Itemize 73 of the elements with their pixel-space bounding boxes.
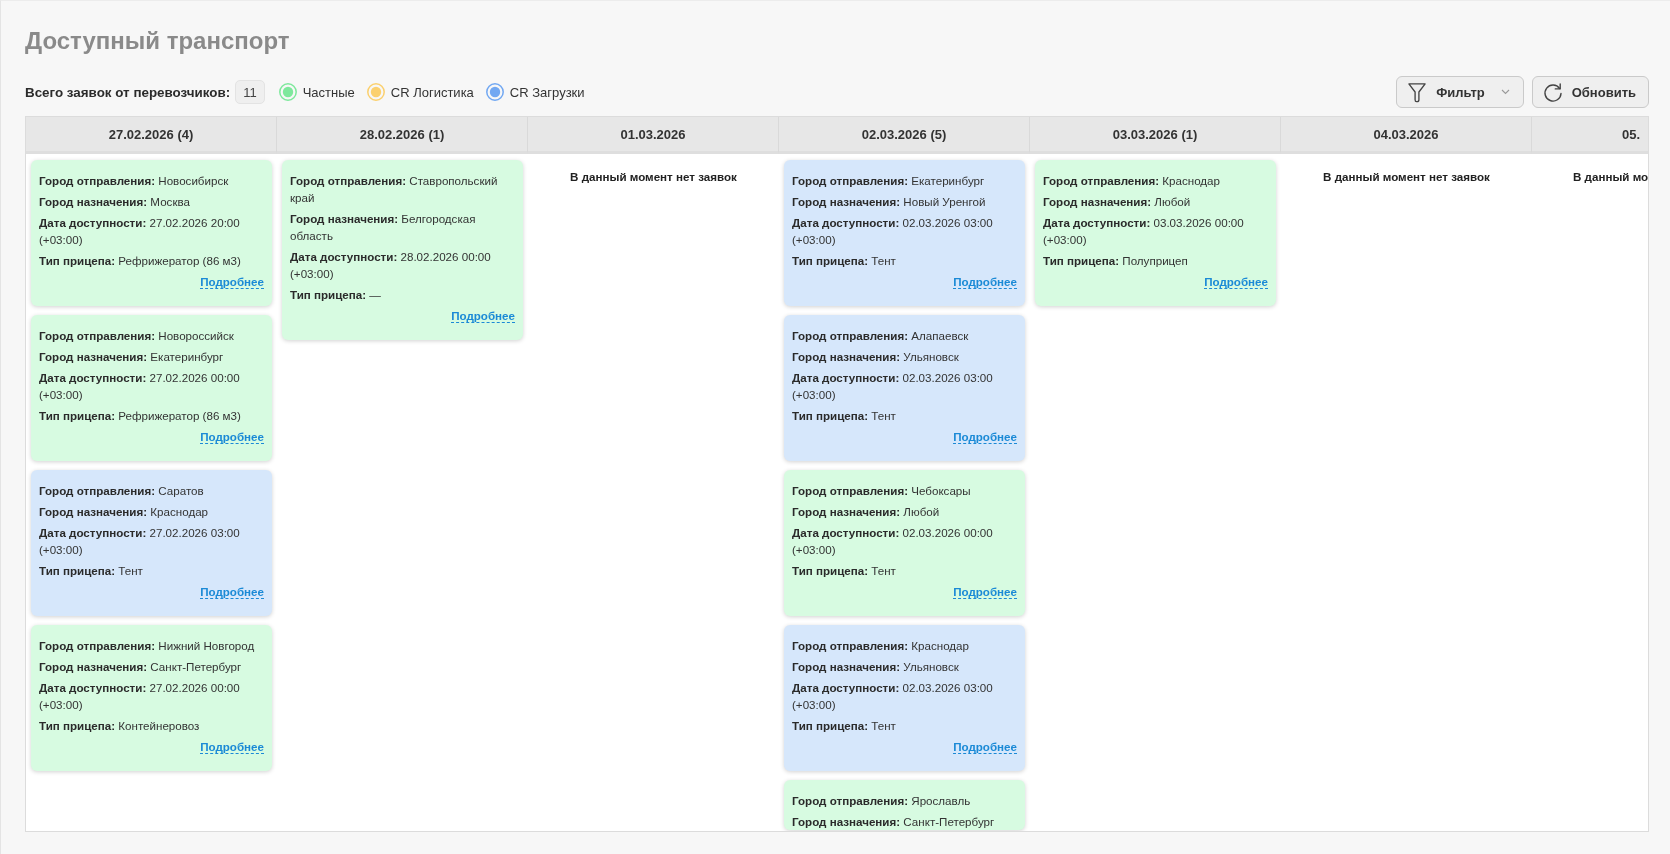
- card-field: Город отправления: Ярославль: [792, 792, 1017, 809]
- card-field: Город отправления: Екатеринбург: [792, 172, 1017, 189]
- column-header: 04.03.2026: [1281, 117, 1532, 154]
- details-link[interactable]: Подробнее: [953, 430, 1017, 444]
- card-field: Тип прицепа: Контейнеровоз: [39, 717, 264, 734]
- empty-message: В данный момент нет заявок: [569, 169, 738, 185]
- column-header: 03.03.2026 (1): [1030, 117, 1281, 154]
- card-field: Город назначения: Краснодар: [39, 503, 264, 520]
- card-field: Город назначения: Ульяновск: [792, 348, 1017, 365]
- legend-label: CR Логистика: [390, 84, 474, 100]
- refresh-button[interactable]: Обновить: [1531, 76, 1649, 108]
- column-header: 05.: [1532, 117, 1648, 154]
- chevron-down-icon: [1500, 89, 1510, 95]
- details-link[interactable]: Подробнее: [953, 275, 1017, 289]
- page-title: Доступный транспорт: [25, 27, 290, 55]
- card-field: Тип прицепа: Тент: [39, 562, 264, 579]
- card-field: Город назначения: Москва: [39, 193, 264, 210]
- legend-label: Частные: [302, 84, 355, 100]
- filter-icon: [1407, 81, 1428, 103]
- card-field: Город назначения: Белгородская область: [290, 210, 515, 244]
- card-field: Город отправления: Алапаевск: [792, 327, 1017, 344]
- card-field: Дата доступности: 02.03.2026 03:00 (+03:00): [792, 214, 1017, 248]
- details-link[interactable]: Подробнее: [1204, 275, 1268, 289]
- card-field: Город назначения: Новый Уренгой: [792, 193, 1017, 210]
- card-field: Город назначения: Екатеринбург: [39, 348, 264, 365]
- card-field: Город назначения: Любой: [792, 503, 1017, 520]
- column-header: 02.03.2026 (5): [779, 117, 1030, 154]
- card-field: Город назначения: Ульяновск: [792, 658, 1017, 675]
- card-field: Дата доступности: 27.02.2026 20:00 (+03:00): [39, 214, 264, 248]
- details-link[interactable]: Подробнее: [451, 309, 515, 323]
- count-badge: 11: [235, 80, 265, 104]
- card-field: Дата доступности: 03.03.2026 00:00 (+03:00): [1043, 214, 1268, 248]
- column-header: 01.03.2026: [528, 117, 779, 154]
- column-header: 27.02.2026 (4): [26, 117, 277, 154]
- card-field: Дата доступности: 28.02.2026 00:00 (+03:00): [290, 248, 515, 282]
- card-field: Дата доступности: 02.03.2026 03:00 (+03:00): [792, 369, 1017, 403]
- card-field: Тип прицепа: Полуприцеп: [1043, 252, 1268, 269]
- details-link[interactable]: Подробнее: [200, 740, 264, 754]
- card-field: Дата доступности: 27.02.2026 00:00 (+03:00): [39, 679, 264, 713]
- empty-message: В данный мо: [1572, 169, 1648, 185]
- empty-message: В данный момент нет заявок: [1322, 169, 1491, 185]
- legend-label: CR Загрузки: [509, 84, 585, 100]
- card-field: Город отправления: Новороссийск: [39, 327, 264, 344]
- details-link[interactable]: Подробнее: [200, 275, 264, 289]
- card-field: Дата доступности: 27.02.2026 03:00 (+03:00): [39, 524, 264, 558]
- card-field: Город назначения: Любой: [1043, 193, 1268, 210]
- card-field: Дата доступности: 27.02.2026 00:00 (+03:00): [39, 369, 264, 403]
- card-field: Тип прицепа: Тент: [792, 407, 1017, 424]
- card-field: Тип прицепа: Рефрижератор (86 м3): [39, 252, 264, 269]
- details-link[interactable]: Подробнее: [200, 430, 264, 444]
- card-field: Город отправления: Новосибирск: [39, 172, 264, 189]
- total-label: Всего заявок от перевозчиков:: [25, 84, 231, 100]
- column-header: 28.02.2026 (1): [277, 117, 528, 154]
- card-field: Город назначения: Санкт-Петербург: [792, 813, 1017, 830]
- card-field: Город назначения: Санкт-Петербург: [39, 658, 264, 675]
- card-field: Дата доступности: 02.03.2026 00:00 (+03:00): [792, 524, 1017, 558]
- card-field: Тип прицепа: —: [290, 286, 515, 303]
- refresh-icon: [1542, 81, 1563, 103]
- card-field: Город отправления: Саратов: [39, 482, 264, 499]
- details-link[interactable]: Подробнее: [953, 740, 1017, 754]
- card-field: Тип прицепа: Тент: [792, 562, 1017, 579]
- filter-button[interactable]: Фильтр: [1396, 76, 1524, 108]
- card-field: Город отправления: Краснодар: [792, 637, 1017, 654]
- card-field: Город отправления: Нижний Новгород: [39, 637, 264, 654]
- details-link[interactable]: Подробнее: [200, 585, 264, 599]
- card-field: Город отправления: Ставропольский край: [290, 172, 515, 206]
- card-field: Тип прицепа: Рефрижератор (86 м3): [39, 407, 264, 424]
- card-field: Тип прицепа: Тент: [792, 717, 1017, 734]
- details-link[interactable]: Подробнее: [953, 585, 1017, 599]
- card-field: Город отправления: Чебоксары: [792, 482, 1017, 499]
- card-field: Дата доступности: 02.03.2026 03:00 (+03:00): [792, 679, 1017, 713]
- card-field: Город отправления: Краснодар: [1043, 172, 1268, 189]
- card-field: Тип прицепа: Тент: [792, 252, 1017, 269]
